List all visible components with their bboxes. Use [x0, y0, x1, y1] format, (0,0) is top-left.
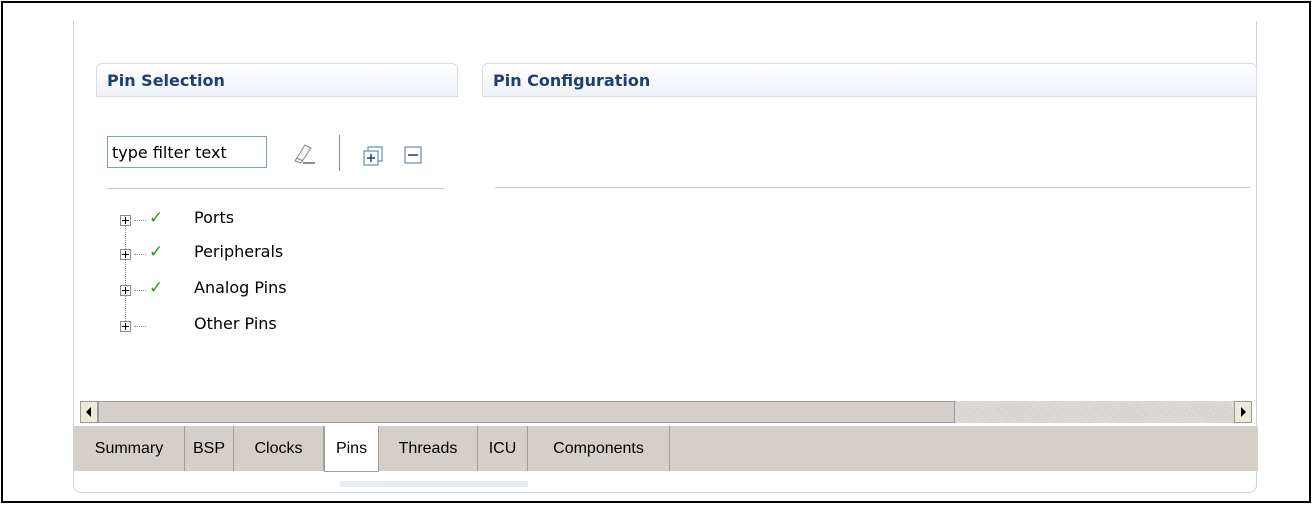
scrollbar-thumb[interactable] [98, 401, 955, 423]
clear-filter-icon[interactable] [291, 141, 317, 165]
collapse-all-icon[interactable] [403, 145, 423, 165]
configuration-divider [495, 187, 1250, 188]
tab-clocks[interactable]: Clocks [234, 426, 324, 471]
pin-configuration-header[interactable]: Pin Configuration [482, 63, 1257, 97]
checkmark-icon: ✓ [149, 278, 164, 298]
tree-item-label: Other Pins [194, 314, 277, 333]
tree-item-other-pins[interactable]: Other Pins [120, 314, 380, 345]
expand-toggle-icon[interactable] [120, 321, 131, 332]
tab-threads[interactable]: Threads [379, 426, 478, 471]
pin-configuration-title: Pin Configuration [493, 71, 651, 90]
selection-divider [107, 188, 444, 189]
tab-summary[interactable]: Summary [74, 426, 185, 471]
tree-item-label: Peripherals [194, 242, 284, 261]
pin-selection-title: Pin Selection [107, 71, 225, 90]
checkmark-icon: ✓ [149, 208, 164, 228]
tree-item-ports[interactable]: ✓ Ports [120, 208, 380, 239]
tree-item-label: Ports [194, 208, 235, 227]
window-frame: Pin Selection Pin Configuration type fil… [1, 1, 1311, 503]
arrow-left-icon [86, 407, 91, 417]
expand-toggle-icon[interactable] [120, 285, 131, 296]
expand-toggle-icon[interactable] [120, 249, 131, 260]
scroll-left-button[interactable] [80, 401, 98, 423]
tab-bsp[interactable]: BSP [185, 426, 234, 471]
tree-item-peripherals[interactable]: ✓ Peripherals [120, 242, 380, 273]
tab-icu[interactable]: ICU [478, 426, 528, 471]
filter-input[interactable] [107, 136, 267, 168]
bottom-strip [340, 481, 528, 487]
tab-pins[interactable]: Pins [324, 426, 379, 472]
tree-item-label: Analog Pins [194, 278, 287, 297]
scroll-right-button[interactable] [1234, 401, 1252, 423]
horizontal-scrollbar[interactable] [80, 401, 1252, 423]
pin-config-editor: Pin Selection Pin Configuration type fil… [73, 21, 1258, 493]
pin-selection-header[interactable]: Pin Selection [96, 63, 458, 97]
arrow-right-icon [1241, 407, 1246, 417]
toolbar-separator [339, 135, 340, 171]
checkmark-icon: ✓ [149, 242, 164, 262]
expand-toggle-icon[interactable] [120, 215, 131, 226]
tree-item-analog-pins[interactable]: ✓ Analog Pins [120, 278, 380, 309]
editor-tab-bar: Summary BSP Clocks Pins Threads ICU Comp… [74, 426, 1258, 472]
expand-all-icon[interactable] [363, 146, 383, 166]
tab-components[interactable]: Components [528, 426, 670, 471]
